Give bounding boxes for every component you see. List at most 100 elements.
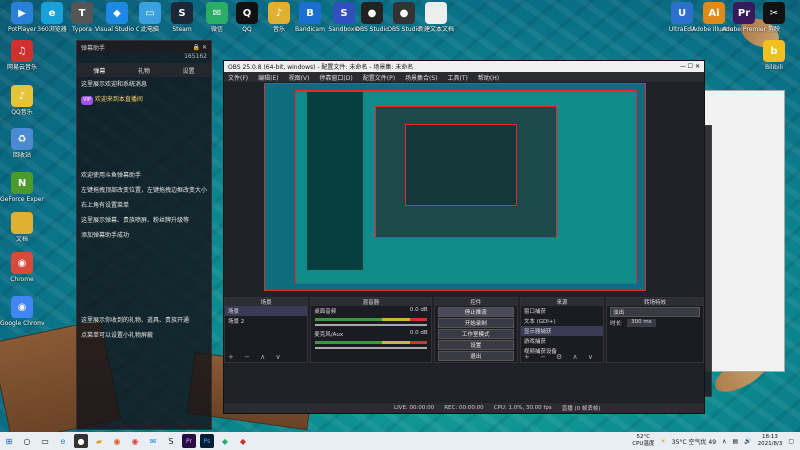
app-icon: ▭: [139, 2, 161, 24]
obs-title: OBS 25.0.8 (64-bit, windows) - 配置文件: 未命名…: [228, 64, 414, 71]
app-icon: b: [763, 40, 785, 62]
stop-streaming-button[interactable]: 停止推流: [437, 307, 514, 317]
desktop-icon[interactable]: ◉ Chrome: [0, 252, 44, 283]
scene-item[interactable]: 场景: [225, 306, 308, 316]
firefox-icon[interactable]: ◉: [110, 434, 124, 448]
desktop-icon[interactable]: 新建文本文档: [414, 2, 458, 33]
settings-button[interactable]: 设置: [437, 340, 514, 350]
app-icon[interactable]: ◆: [236, 434, 250, 448]
volume-icon[interactable]: 🔊: [744, 438, 751, 445]
transition-duration-row: 时长 300 ms: [607, 318, 703, 328]
chrome-icon[interactable]: ◉: [128, 434, 142, 448]
app-icon: ◉: [11, 252, 33, 274]
scene-toolbar[interactable]: + − ∧ ∨: [228, 353, 285, 361]
desktop-icon-label: 文档: [15, 236, 28, 243]
rec-status: REC: 00:00:00: [444, 405, 484, 411]
menu-item[interactable]: 停靠窗口(D): [319, 73, 352, 82]
source-item[interactable]: 显示器捕获: [520, 326, 604, 336]
search-icon[interactable]: ○: [20, 434, 34, 448]
desktop-icon[interactable]: ♫ 网易云音乐: [0, 40, 44, 71]
transitions-dock-title: 转场特效: [607, 298, 703, 306]
close-icon[interactable]: ✕: [695, 63, 700, 70]
app-icon[interactable]: ◆: [218, 434, 232, 448]
desktop-icon[interactable]: b Bilibili: [752, 40, 796, 71]
tab-danmaku[interactable]: 弹幕: [93, 66, 105, 75]
transition-select[interactable]: 淡出: [610, 307, 700, 317]
steam-icon[interactable]: S: [164, 434, 178, 448]
app-icon: [425, 2, 447, 24]
obs-titlebar[interactable]: OBS 25.0.8 (64-bit, windows) - 配置文件: 未命名…: [224, 61, 704, 72]
volume-slider[interactable]: [315, 347, 427, 349]
chat-message: 这里展示欢迎和系统消息: [81, 81, 148, 88]
tab-gifts[interactable]: 礼物: [138, 66, 150, 75]
menu-item[interactable]: 视图(V): [289, 73, 310, 82]
chat-message: 欢迎使用斗鱼弹幕助手: [81, 172, 142, 179]
app-icon: ✂: [763, 2, 785, 24]
chat-titlebar[interactable]: 弹幕助手 🔒 ✕: [77, 41, 211, 53]
source-toolbar[interactable]: + − ⚙ ∧ ∨: [524, 353, 597, 361]
edge-icon[interactable]: e: [56, 434, 70, 448]
menu-item[interactable]: 帮助(H): [478, 73, 499, 82]
desktop-icon[interactable]: 文档: [0, 212, 44, 243]
scene-item[interactable]: 场景 2: [225, 316, 307, 326]
start-recording-button[interactable]: 开始录制: [437, 318, 514, 328]
close-icon[interactable]: ✕: [202, 44, 207, 51]
source-item[interactable]: 文本 (GDI+): [521, 316, 603, 326]
app-icon: ◆: [106, 2, 128, 24]
start-button[interactable]: ⊞: [2, 434, 16, 448]
menu-item[interactable]: 工具(T): [448, 73, 468, 82]
app-icon: B: [299, 2, 321, 24]
volume-meter: [315, 341, 427, 344]
desktop-icon[interactable]: ♻ 回收站: [0, 128, 44, 159]
transitions-dock: 转场特效 淡出 时长 300 ms: [606, 297, 704, 363]
minimize-icon[interactable]: —: [680, 63, 686, 70]
source-item[interactable]: 窗口捕获: [521, 306, 603, 316]
cpu-temp-widget[interactable]: 52°C CPU温度: [632, 434, 654, 448]
obs-window[interactable]: OBS 25.0.8 (64-bit, windows) - 配置文件: 未命名…: [223, 60, 705, 414]
app-icon: ♪: [268, 2, 290, 24]
source-item[interactable]: 游戏捕获: [521, 336, 603, 346]
menu-item[interactable]: 场景集合(S): [405, 73, 438, 82]
weather-text[interactable]: 35°C 空气优 49: [672, 437, 716, 446]
explorer-icon[interactable]: ▰: [92, 434, 106, 448]
chat-controls: 🔒 ✕: [193, 44, 207, 51]
exit-button[interactable]: 退出: [437, 351, 514, 361]
duration-input[interactable]: 300 ms: [627, 319, 656, 327]
menu-item[interactable]: 配置文件(P): [363, 73, 395, 82]
desktop-icon[interactable]: ♪ QQ音乐: [0, 85, 44, 116]
chat-title: 弹幕助手: [81, 44, 106, 52]
menu-item[interactable]: 文件(F): [228, 73, 248, 82]
mixer-channel: 桌面音频 0.0 dB: [311, 306, 430, 316]
volume-slider[interactable]: [315, 324, 427, 326]
desktop-icon-label: 回收站: [12, 152, 31, 159]
tab-settings[interactable]: 设置: [183, 66, 195, 75]
maximize-icon[interactable]: ☐: [688, 63, 693, 70]
mail-icon[interactable]: ✉: [146, 434, 160, 448]
pr-icon[interactable]: Pr: [182, 434, 196, 448]
desktop-icon[interactable]: ◉ Google Chrome: [0, 296, 44, 327]
studio-mode-button[interactable]: 工作室模式: [437, 329, 514, 339]
task-view-icon[interactable]: ▭: [38, 434, 52, 448]
photoshop-icon[interactable]: Ps: [200, 434, 214, 448]
app-icon: T: [71, 2, 93, 24]
danmaku-assistant-panel[interactable]: 弹幕助手 🔒 ✕ 165162 弹幕 礼物 设置 这里展示欢迎和系统消息 VIP…: [76, 40, 212, 430]
stream-status: 直播 (0 帧丢帧): [561, 406, 601, 412]
chevron-up-icon[interactable]: ∧: [722, 438, 726, 445]
network-icon[interactable]: ▤: [732, 438, 738, 445]
desktop-icon[interactable]: N GeForce Experience: [0, 172, 44, 203]
clock-date: 2021/8/3: [757, 441, 783, 447]
background-window[interactable]: [703, 90, 785, 372]
obs-taskbar-icon[interactable]: ●: [74, 434, 88, 448]
mixer-channel-db: 0.0 dB: [409, 330, 428, 336]
weather-icon[interactable]: ☀: [660, 438, 665, 445]
scenes-dock-title: 场景: [225, 298, 308, 306]
obs-preview-canvas[interactable]: [264, 83, 646, 291]
notification-icon[interactable]: ▢: [788, 438, 794, 445]
clock[interactable]: 18:13 2021/8/3: [758, 434, 783, 448]
lock-icon[interactable]: 🔒: [193, 44, 200, 51]
chat-message: 这里展示弹幕、贵族喷屏、粉丝牌升级等: [81, 217, 190, 224]
menu-item[interactable]: 编辑(E): [258, 73, 278, 82]
mixer-channel-name: 桌面音频: [314, 309, 337, 315]
desktop-icon[interactable]: ✂ 剪映: [752, 2, 796, 33]
chat-message: VIP 欢迎来到本直播间: [77, 92, 211, 108]
